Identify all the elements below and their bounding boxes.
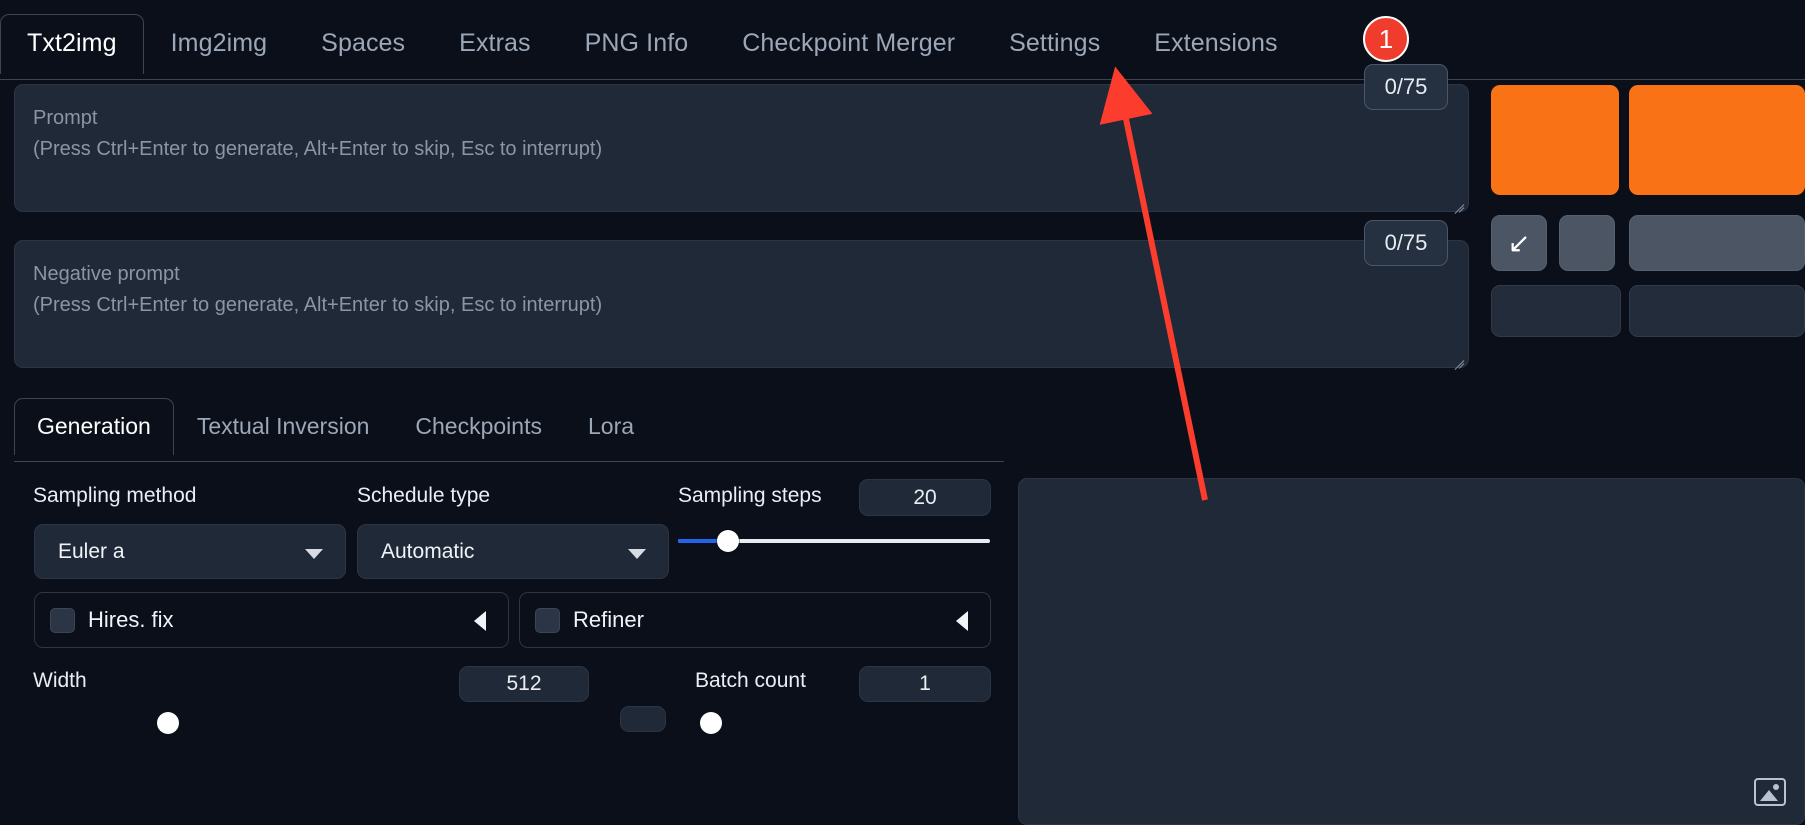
chevron-down-icon	[628, 549, 646, 559]
sampling-method-label: Sampling method	[33, 484, 197, 507]
chevron-down-icon	[305, 549, 323, 559]
arrow-down-left-icon: ↙	[1507, 227, 1531, 258]
generate-button-overflow[interactable]	[1629, 85, 1805, 195]
styles-dropdown[interactable]	[1491, 285, 1621, 337]
tab-label: Checkpoint Merger	[742, 29, 956, 57]
styles-dropdown-overflow[interactable]	[1629, 285, 1805, 337]
hires-fix-label: Hires. fix	[88, 607, 174, 632]
chevron-left-icon	[956, 611, 968, 631]
subtab-checkpoints[interactable]: Checkpoints	[392, 398, 565, 455]
batch-count-input[interactable]: 1	[859, 666, 991, 702]
annotation-badge-1: 1	[1363, 16, 1409, 62]
subtab-label: Generation	[37, 413, 151, 439]
token-counter-negative: 0/75	[1364, 220, 1448, 266]
schedule-type-value: Automatic	[381, 540, 475, 563]
swap-dimensions-button[interactable]	[620, 706, 666, 732]
refiner-accordion[interactable]: Refiner	[519, 592, 991, 648]
chevron-left-icon	[474, 611, 486, 631]
tab-spaces[interactable]: Spaces	[294, 14, 432, 74]
subtab-label: Checkpoints	[415, 413, 542, 439]
tab-label: Extras	[459, 29, 531, 57]
secondary-tool-button[interactable]	[1559, 215, 1615, 271]
refiner-checkbox[interactable]	[535, 608, 560, 633]
tab-png-info[interactable]: PNG Info	[558, 14, 716, 74]
schedule-type-dropdown[interactable]: Automatic	[357, 524, 669, 579]
subtab-label: Lora	[587, 413, 635, 439]
tab-label: Img2img	[170, 29, 268, 57]
sampling-steps-slider[interactable]	[678, 530, 990, 552]
width-input[interactable]: 512	[459, 666, 589, 702]
top-tab-bar: Txt2img Img2img Spaces Extras PNG Info C…	[0, 0, 1805, 80]
tab-label: Spaces	[321, 29, 406, 57]
tab-label: Txt2img	[27, 29, 117, 57]
sampling-method-value: Euler a	[58, 540, 125, 563]
tab-img2img[interactable]: Img2img	[144, 14, 295, 74]
hires-fix-accordion[interactable]: Hires. fix	[34, 592, 509, 648]
subtab-label: Textual Inversion	[196, 413, 370, 439]
schedule-type-label: Schedule type	[357, 484, 491, 507]
hires-fix-checkbox[interactable]	[50, 608, 75, 633]
batch-count-slider-thumb[interactable]	[700, 712, 722, 734]
image-placeholder-icon	[1754, 778, 1786, 806]
tab-checkpoint-merger[interactable]: Checkpoint Merger	[715, 14, 982, 74]
refiner-label: Refiner	[573, 607, 644, 632]
tabbar-divider	[0, 79, 1805, 80]
send-to-button[interactable]: ↙	[1491, 215, 1547, 271]
sampling-steps-input[interactable]: 20	[859, 479, 991, 516]
sampling-method-dropdown[interactable]: Euler a	[34, 524, 346, 579]
resize-handle-icon[interactable]	[1450, 350, 1465, 371]
tab-txt2img[interactable]: Txt2img	[0, 14, 144, 75]
tab-label: PNG Info	[584, 29, 689, 57]
generate-button[interactable]	[1491, 85, 1619, 195]
subtab-generation[interactable]: Generation	[14, 398, 174, 456]
annotation-arrow	[1099, 66, 1208, 501]
generation-subtabs: Generation Textual Inversion Checkpoints…	[14, 398, 657, 456]
tab-label: Extensions	[1154, 29, 1278, 57]
generation-subtab-bar: Generation Textual Inversion Checkpoints…	[14, 398, 1004, 462]
resize-handle-icon[interactable]	[1450, 194, 1465, 215]
width-slider-thumb[interactable]	[157, 712, 179, 734]
token-counter-positive: 0/75	[1364, 64, 1448, 110]
subtab-textual-inversion[interactable]: Textual Inversion	[174, 398, 393, 455]
app-root: Txt2img Img2img Spaces Extras PNG Info C…	[0, 0, 1805, 825]
subtab-lora[interactable]: Lora	[565, 398, 657, 455]
tab-extras[interactable]: Extras	[432, 14, 557, 74]
batch-count-label: Batch count	[695, 669, 806, 692]
tab-label: Settings	[1009, 29, 1101, 57]
sampling-steps-label: Sampling steps	[678, 484, 822, 507]
slider-thumb[interactable]	[716, 530, 739, 552]
tool-button-overflow[interactable]	[1629, 215, 1805, 271]
subtab-divider	[14, 461, 1004, 462]
width-label: Width	[33, 669, 87, 692]
